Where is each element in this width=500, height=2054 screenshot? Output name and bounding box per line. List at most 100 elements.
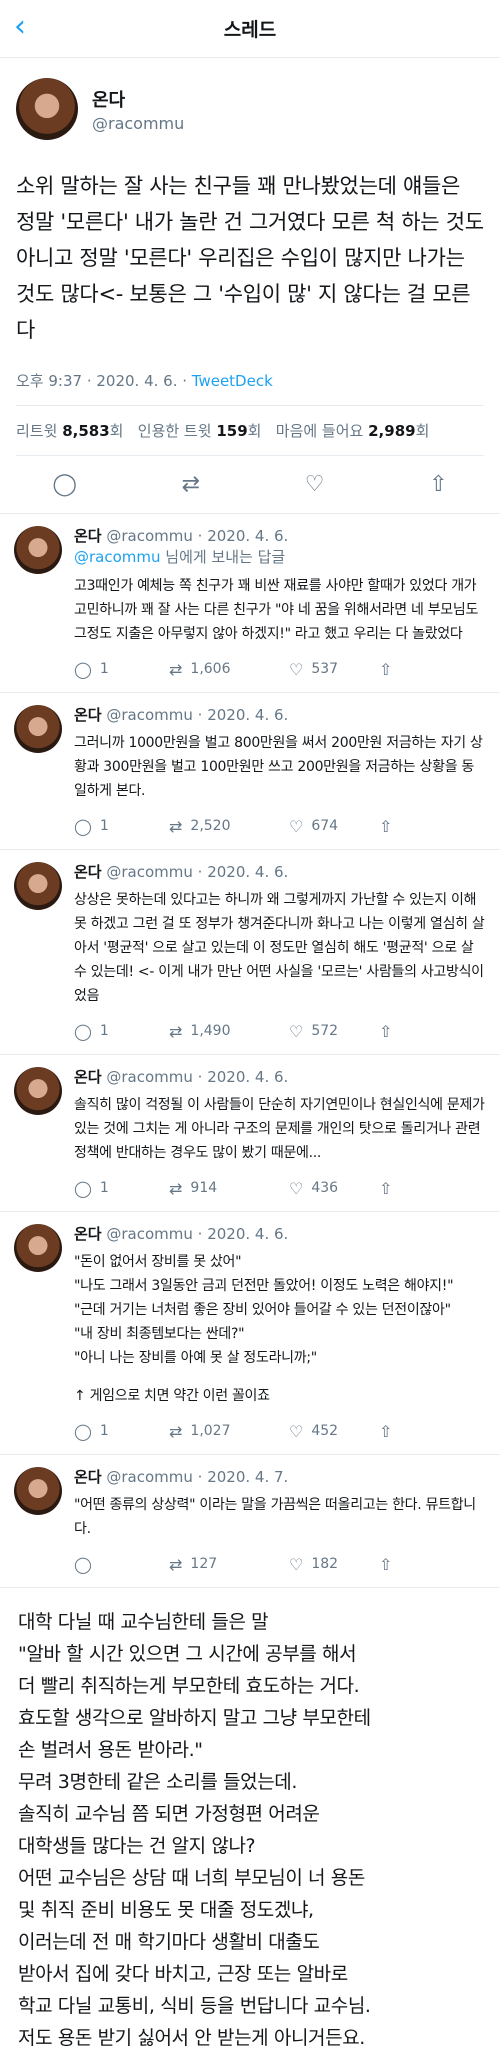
caption-line: 효도할 생각으로 알바하지 말고 그냥 부모한테 xyxy=(18,1707,371,1729)
reply-icon: ◯ xyxy=(74,1421,92,1441)
reply-handle: @racommu · 2020. 4. 6. xyxy=(106,1068,289,1086)
retweet-count: 914 xyxy=(190,1180,218,1196)
reply-display-name[interactable]: 온다 xyxy=(74,1068,102,1086)
like-label[interactable]: 마음에 들어요 xyxy=(276,422,364,440)
nav-bar: ‹ 스레드 xyxy=(0,0,500,58)
retweet-icon: ⇄ xyxy=(169,659,183,679)
reply-actions: ◯ 1 ⇄ 1,490 ♡ 572 ⇧ xyxy=(74,1018,486,1044)
share-button[interactable]: ⇧ xyxy=(379,660,400,679)
reply-actions: ◯ ⇄ 127 ♡ 182 ⇧ xyxy=(74,1551,486,1577)
share-button[interactable]: ⇧ xyxy=(379,1022,400,1041)
like-count: 436 xyxy=(311,1180,339,1196)
reply-tweet[interactable]: 온다 @racommu · 2020. 4. 6. 솔직히 많이 걱정될 이 사… xyxy=(0,1055,500,1212)
heart-icon: ♡ xyxy=(289,1021,304,1041)
reply-tweet[interactable]: 온다 @racommu · 2020. 4. 6. "돈이 없어서 장비를 못 … xyxy=(0,1212,500,1455)
reply-handle: @racommu · 2020. 4. 7. xyxy=(106,1468,289,1486)
reply-handle: @racommu · 2020. 4. 6. xyxy=(106,863,289,881)
tweet-source-link[interactable]: TweetDeck xyxy=(192,372,273,390)
reply-tweet[interactable]: 온다 @racommu · 2020. 4. 6. @racommu 님에게 보… xyxy=(0,514,500,693)
reply-button[interactable]: ◯ 1 xyxy=(74,660,169,679)
handle[interactable]: @racommu xyxy=(92,114,184,133)
reply-tweet[interactable]: 온다 @racommu · 2020. 4. 6. 상상은 못하는데 있다고는 … xyxy=(0,850,500,1055)
reply-button[interactable]: ◯ xyxy=(74,1555,169,1574)
reply-button[interactable]: ◯ 1 xyxy=(74,1022,169,1041)
share-icon: ⇧ xyxy=(379,1178,393,1198)
like-button[interactable]: ♡ 182 xyxy=(289,1555,379,1574)
caption-line: 학교 다닐 교통비, 식비 등을 번답니다 교수님. xyxy=(18,1995,371,2017)
quote-label[interactable]: 인용한 트윗 xyxy=(138,422,212,440)
reply-tweet[interactable]: 온다 @racommu · 2020. 4. 6. 그러니까 1000만원을 벌… xyxy=(0,693,500,850)
caption-line: "알바 할 시간 있으면 그 시간에 공부를 해서 xyxy=(18,1643,357,1665)
avatar[interactable] xyxy=(14,705,62,753)
like-button[interactable]: ♡ 452 xyxy=(289,1422,379,1441)
retweet-button[interactable]: ⇄ 2,520 xyxy=(169,817,289,836)
like-button[interactable]: ♡ 674 xyxy=(289,817,379,836)
retweet-count: 127 xyxy=(190,1556,218,1572)
retweet-button[interactable]: ⇄ 127 xyxy=(169,1555,289,1574)
share-button[interactable]: ⇧ xyxy=(379,1555,400,1574)
reply-button[interactable]: ◯ 1 xyxy=(74,1422,169,1441)
mention-link[interactable]: @racommu xyxy=(74,548,161,566)
avatar[interactable] xyxy=(14,1067,62,1115)
like-button[interactable]: ♡ 537 xyxy=(289,660,379,679)
reply-handle: @racommu · 2020. 4. 6. xyxy=(106,706,289,724)
reply-display-name[interactable]: 온다 xyxy=(74,1225,102,1243)
dialogue-line: "내 장비 최종템보다는 싼데?" xyxy=(74,1326,245,1342)
reply-actions: ◯ 1 ⇄ 1,606 ♡ 537 ⇧ xyxy=(74,656,486,682)
dialogue-line: "아니 나는 장비를 아예 못 살 정도라니까;" xyxy=(74,1350,317,1366)
like-button[interactable]: ♡ 572 xyxy=(289,1022,379,1041)
share-icon: ⇧ xyxy=(379,659,393,679)
quote-count[interactable]: 159 xyxy=(216,422,247,440)
like-count: 537 xyxy=(311,661,339,677)
reply-display-name[interactable]: 온다 xyxy=(74,1468,102,1486)
tweet-stats: 리트윗 8,583회 인용한 트윗 159회 마음에 들어요 2,989회 xyxy=(16,406,484,456)
caption-line: 어떤 교수님은 상담 때 너희 부모님이 너 용돈 xyxy=(18,1867,365,1889)
back-arrow-icon[interactable]: ‹ xyxy=(14,12,26,42)
reply-text: 상상은 못하는데 있다고는 하니까 왜 그렇게까지 가난할 수 있는지 이해 못… xyxy=(74,892,485,1004)
retweet-icon: ⇄ xyxy=(169,816,183,836)
avatar[interactable] xyxy=(14,1467,62,1515)
avatar[interactable] xyxy=(14,862,62,910)
retweet-icon[interactable]: ⇄ xyxy=(182,472,200,497)
retweet-count[interactable]: 8,583 xyxy=(62,422,109,440)
reply-actions: ◯ 1 ⇄ 914 ♡ 436 ⇧ xyxy=(74,1175,486,1201)
like-button[interactable]: ♡ 436 xyxy=(289,1179,379,1198)
heart-icon: ♡ xyxy=(289,1421,304,1441)
avatar[interactable] xyxy=(14,1224,62,1272)
dialogue-line: "근데 거기는 너처럼 좋은 장비 있어야 들어갈 수 있는 던전이잖아" xyxy=(74,1302,451,1318)
retweet-label[interactable]: 리트윗 xyxy=(16,422,57,440)
reply-text: "돈이 없어서 장비를 못 샀어" "나도 그래서 3일동안 금괴 던전만 돌았… xyxy=(74,1250,486,1408)
heart-icon: ♡ xyxy=(289,816,304,836)
reply-button[interactable]: ◯ 1 xyxy=(74,1179,169,1198)
avatar[interactable] xyxy=(16,78,78,140)
reply-display-name[interactable]: 온다 xyxy=(74,706,102,724)
retweet-button[interactable]: ⇄ 1,490 xyxy=(169,1022,289,1041)
heart-icon[interactable]: ♡ xyxy=(305,472,325,497)
reply-icon: ◯ xyxy=(74,1021,92,1041)
reply-display-name[interactable]: 온다 xyxy=(74,863,102,881)
reply-count: 1 xyxy=(99,1423,109,1439)
reply-icon: ◯ xyxy=(74,1178,92,1198)
share-icon[interactable]: ⇧ xyxy=(429,472,447,497)
share-icon: ⇧ xyxy=(379,816,393,836)
like-count: 452 xyxy=(311,1423,339,1439)
share-button[interactable]: ⇧ xyxy=(379,1179,400,1198)
reply-icon[interactable]: ◯ xyxy=(52,472,77,497)
share-button[interactable]: ⇧ xyxy=(379,1422,400,1441)
display-name[interactable]: 온다 xyxy=(92,86,184,112)
retweet-button[interactable]: ⇄ 1,027 xyxy=(169,1422,289,1441)
reply-button[interactable]: ◯ 1 xyxy=(74,817,169,836)
retweet-button[interactable]: ⇄ 914 xyxy=(169,1179,289,1198)
share-icon: ⇧ xyxy=(379,1021,393,1041)
avatar[interactable] xyxy=(14,526,62,574)
share-button[interactable]: ⇧ xyxy=(379,817,400,836)
like-count[interactable]: 2,989 xyxy=(368,422,415,440)
like-count: 674 xyxy=(311,818,339,834)
reply-display-name[interactable]: 온다 xyxy=(74,527,102,545)
reply-icon: ◯ xyxy=(74,816,92,836)
retweet-button[interactable]: ⇄ 1,606 xyxy=(169,660,289,679)
reply-to-line: @racommu 님에게 보내는 답글 xyxy=(74,546,486,568)
reply-tweet[interactable]: 온다 @racommu · 2020. 4. 7. "어떤 종류의 상상력" 이… xyxy=(0,1455,500,1588)
reply-actions: ◯ 1 ⇄ 1,027 ♡ 452 ⇧ xyxy=(74,1418,486,1444)
